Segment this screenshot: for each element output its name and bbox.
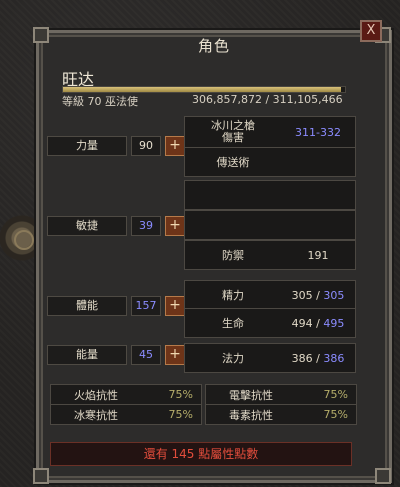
add-point-button[interactable]: + xyxy=(165,296,185,316)
add-point-button[interactable]: + xyxy=(165,345,185,365)
resistance-value: 75% xyxy=(168,408,193,421)
frame-corner xyxy=(33,468,49,484)
life-max: 495 xyxy=(323,316,345,330)
attribute-row-vitality: 體能 157 + xyxy=(47,296,185,316)
empty-stat-row xyxy=(184,180,356,210)
experience-bar-fill xyxy=(63,87,342,92)
attribute-value: 157 xyxy=(131,296,161,316)
stamina-label: 精力 xyxy=(222,289,244,302)
fire-resistance: 火焰抗性 75% xyxy=(50,384,202,405)
experience-bar xyxy=(62,86,346,93)
lightning-resistance: 電擊抗性 75% xyxy=(205,384,357,405)
empty-stat-row xyxy=(184,210,356,240)
resistance-value: 75% xyxy=(168,388,193,401)
attribute-value: 90 xyxy=(131,136,161,156)
life-value: 494 / 495 xyxy=(291,316,345,330)
resistance-name: 火焰抗性 xyxy=(74,388,118,402)
skill-value: 311-332 xyxy=(295,125,341,139)
mana-row: 法力 386 / 386 xyxy=(184,343,356,373)
knot-ring xyxy=(14,230,34,250)
add-point-button[interactable]: + xyxy=(165,136,185,156)
attribute-name: 力量 xyxy=(47,136,127,156)
window-title-bar: 角色 xyxy=(36,30,392,60)
skill-label: 傳送術 xyxy=(216,156,250,169)
life-label: 生命 xyxy=(222,317,244,330)
level-class-label: 等級 70 巫法使 xyxy=(62,95,138,108)
life-current: 494 xyxy=(291,316,313,330)
experience-text: 306,857,872 / 311,105,466 xyxy=(192,93,343,106)
stamina-max: 305 xyxy=(323,288,345,302)
skill-damage-row: 冰川之槍 傷害 311-332 xyxy=(184,116,356,148)
resistance-name: 毒素抗性 xyxy=(229,408,273,422)
attribute-name: 敏捷 xyxy=(47,216,127,236)
attribute-row-energy: 能量 45 + xyxy=(47,345,185,365)
stamina-row: 精力 305 / 305 xyxy=(184,280,356,310)
unspent-points-notice: 還有 145 點屬性點數 xyxy=(50,442,352,466)
resistance-name: 電擊抗性 xyxy=(229,388,273,402)
mana-current: 386 xyxy=(291,351,313,365)
add-point-button[interactable]: + xyxy=(165,216,185,236)
skill-label: 冰川之槍 傷害 xyxy=(211,119,255,144)
window-title: 角色 xyxy=(197,36,230,55)
attribute-value: 39 xyxy=(131,216,161,236)
resistance-value: 75% xyxy=(323,408,348,421)
close-button[interactable]: X xyxy=(360,20,382,42)
attribute-row-strength: 力量 90 + xyxy=(47,136,185,156)
mana-value: 386 / 386 xyxy=(291,351,345,365)
attribute-name: 體能 xyxy=(47,296,127,316)
defense-value: 191 xyxy=(307,248,329,262)
mana-max: 386 xyxy=(323,351,345,365)
resistance-value: 75% xyxy=(323,388,348,401)
attribute-row-dexterity: 敏捷 39 + xyxy=(47,216,185,236)
attribute-name: 能量 xyxy=(47,345,127,365)
cold-resistance: 冰寒抗性 75% xyxy=(50,404,202,425)
defense-label: 防禦 xyxy=(222,249,244,262)
stamina-current: 305 xyxy=(291,288,313,302)
resistance-name: 冰寒抗性 xyxy=(74,408,118,422)
stamina-value: 305 / 305 xyxy=(291,288,345,302)
defense-row: 防禦 191 xyxy=(184,240,356,270)
mana-label: 法力 xyxy=(222,352,244,365)
frame-corner xyxy=(375,468,391,484)
life-row: 生命 494 / 495 xyxy=(184,308,356,338)
poison-resistance: 毒素抗性 75% xyxy=(205,404,357,425)
skill-row: 傳送術 xyxy=(184,147,356,177)
attribute-value: 45 xyxy=(131,345,161,365)
